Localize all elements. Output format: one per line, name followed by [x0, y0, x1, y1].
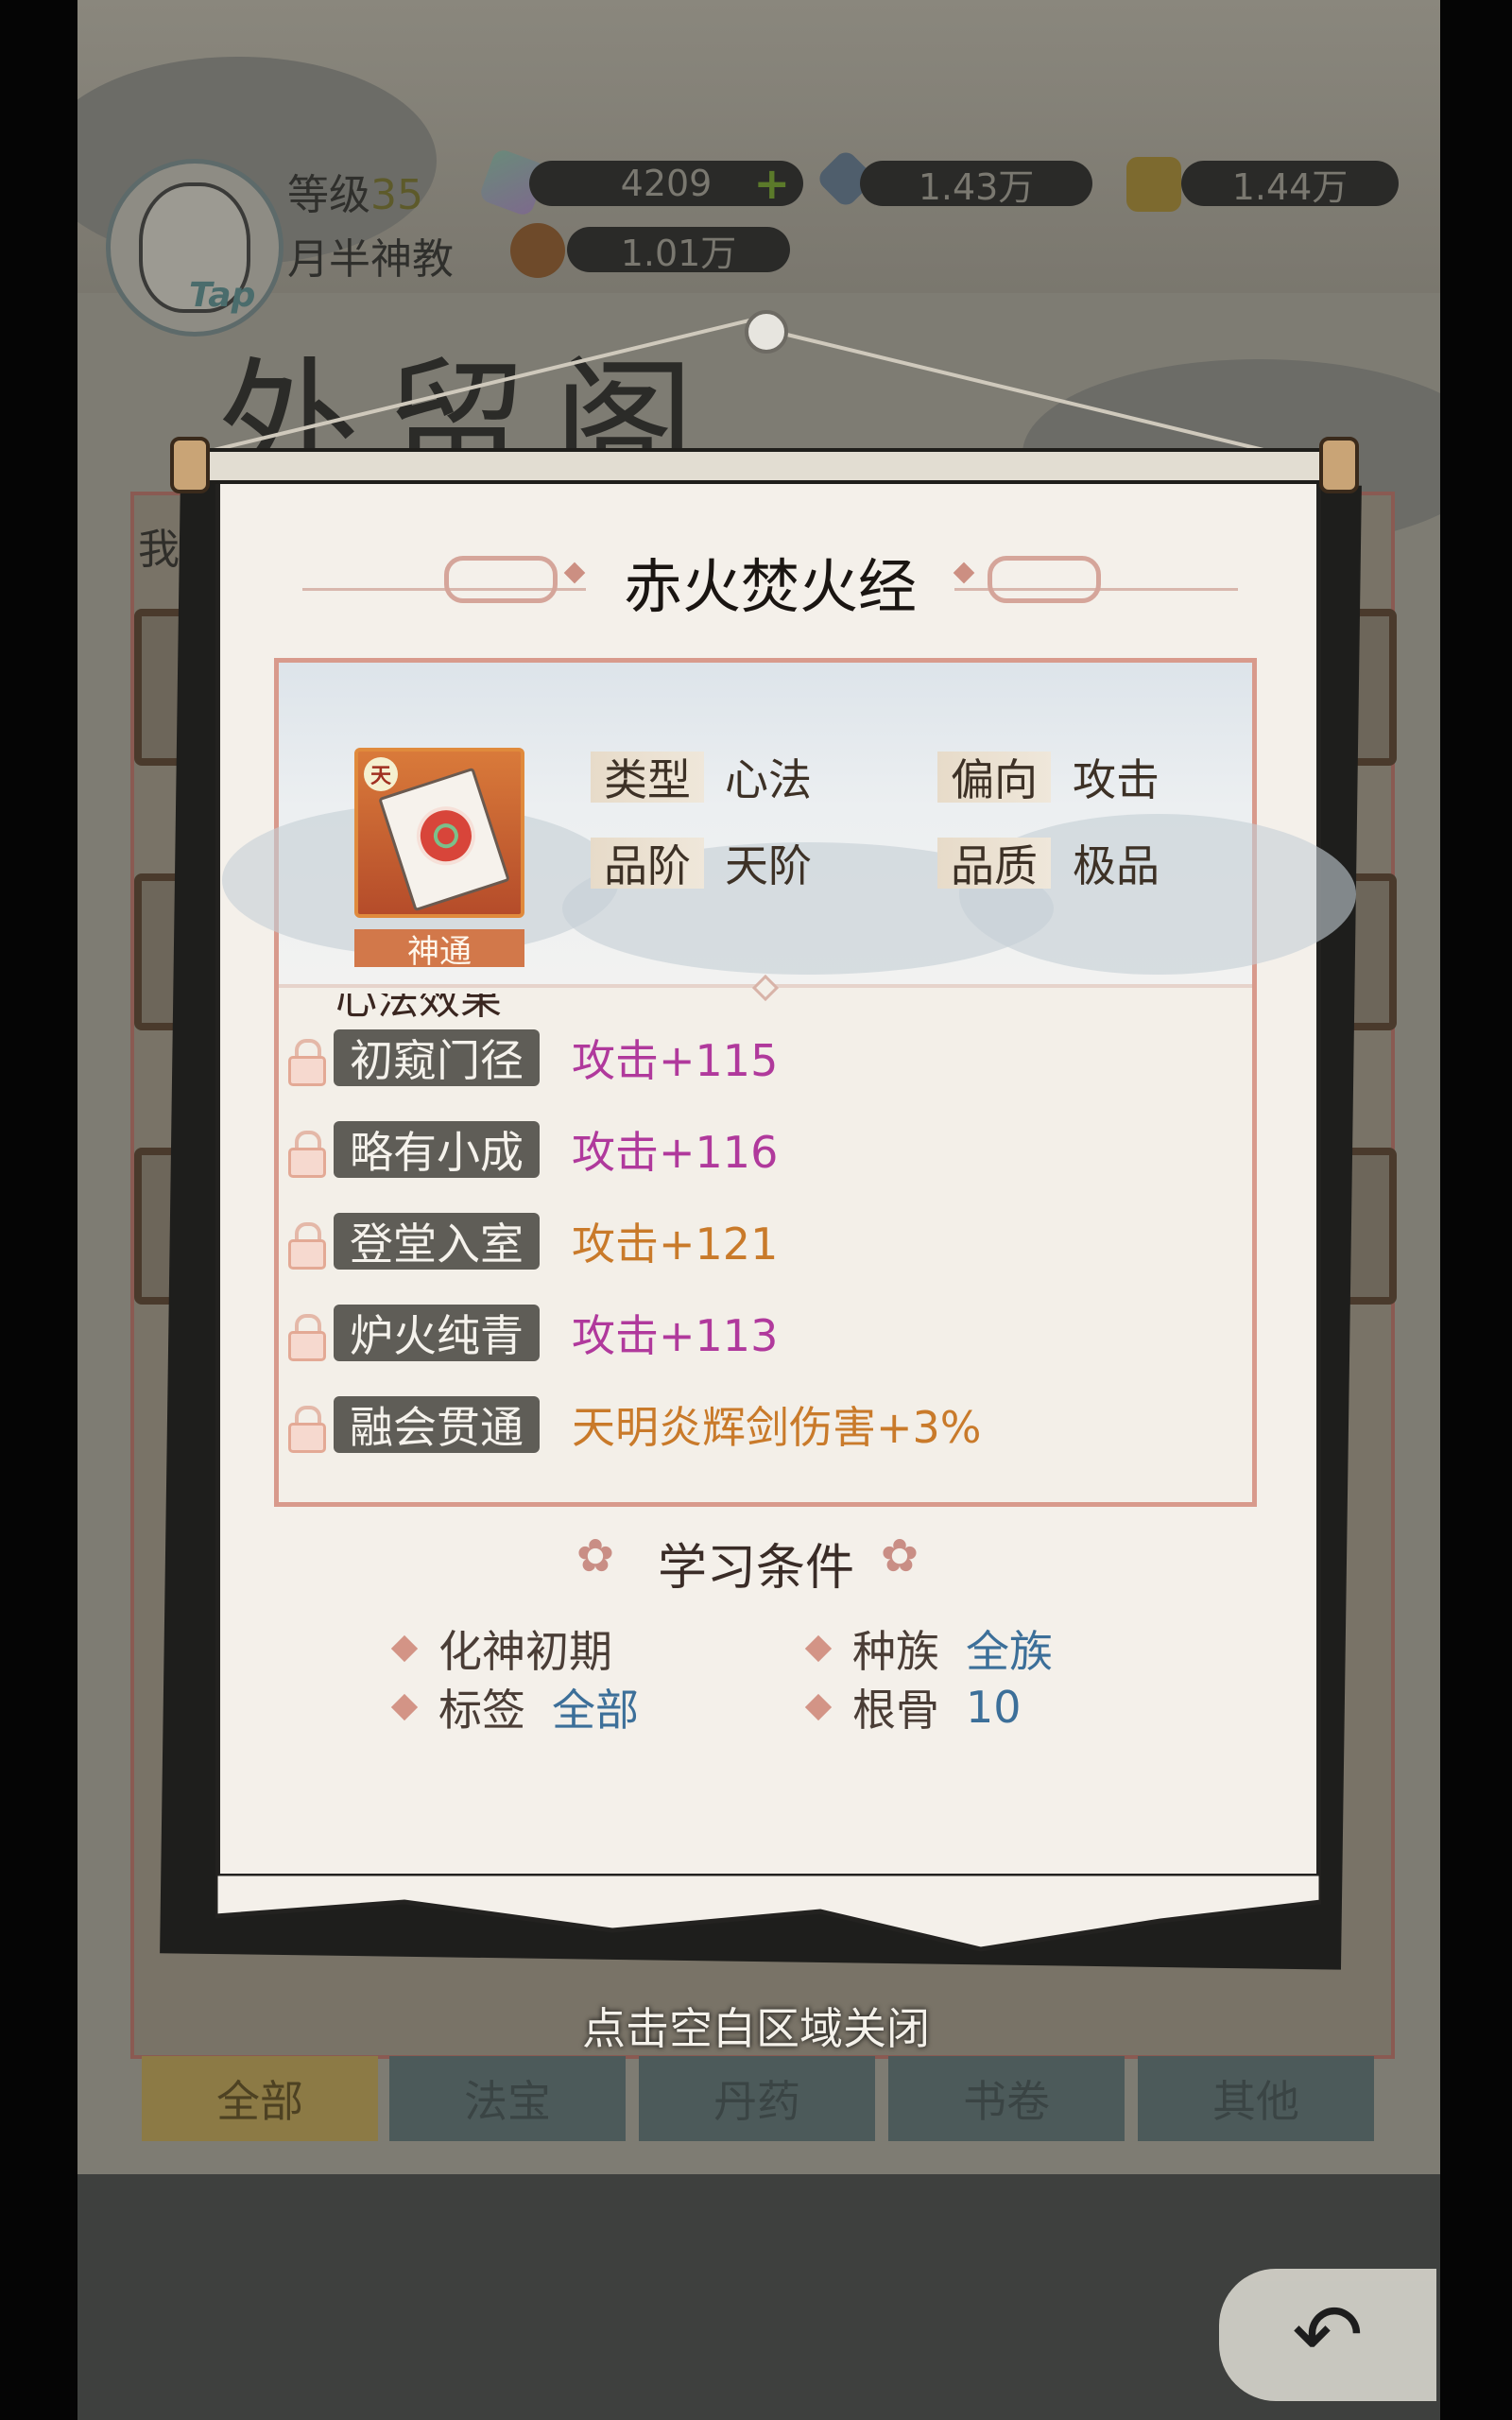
scroll-torn-edge: [215, 1874, 1321, 1952]
effect-row[interactable]: 登堂入室 攻击+121: [288, 1213, 1233, 1273]
effect-value: 攻击+116: [572, 1127, 779, 1178]
tab-pills[interactable]: 丹药: [639, 2056, 875, 2141]
flower-icon-right: ✿: [880, 1530, 919, 1582]
scroll-rod: [170, 448, 1359, 484]
scroll-book-icon: [378, 767, 510, 912]
condition-label: 根骨: [852, 1685, 939, 1736]
tier-badge: 天: [364, 757, 398, 791]
condition-tag: 标签 全部: [390, 1681, 639, 1736]
condition-race: 种族 全族: [804, 1622, 1053, 1677]
resource-gem[interactable]: 4209 +: [529, 161, 803, 206]
tab-scrolls[interactable]: 书卷: [888, 2056, 1125, 2141]
effect-stage-tag: 炉火纯青: [334, 1305, 540, 1361]
tab-treasure[interactable]: 法宝: [389, 2056, 626, 2141]
item-icon[interactable]: 天: [354, 748, 524, 918]
diamond-bullet-icon: [804, 1634, 833, 1663]
tab-other[interactable]: 其他: [1138, 2056, 1374, 2141]
resource-pouch[interactable]: 1.01万: [567, 227, 790, 274]
condition-realm: 化神初期: [390, 1622, 612, 1677]
diamond-bullet-icon: [390, 1693, 419, 1721]
item-type-label: 神通: [354, 929, 524, 971]
resource-gem-value: 4209: [620, 163, 713, 204]
level-label: 等级: [287, 171, 370, 219]
attr-quality-label: 品质: [937, 838, 1051, 891]
attr-type-label: 类型: [591, 752, 704, 805]
resource-pouch-value: 1.01万: [620, 232, 737, 274]
lock-icon: [288, 1406, 326, 1453]
modal-title: 赤火焚火经: [623, 552, 917, 621]
attr-grade-value: 天阶: [725, 840, 812, 891]
effect-value: 攻击+121: [572, 1219, 779, 1270]
effect-row[interactable]: 炉火纯青 攻击+113: [288, 1305, 1233, 1365]
level-value: 35: [370, 171, 423, 219]
lock-icon: [288, 1131, 326, 1178]
condition-label: 标签: [438, 1685, 525, 1736]
resource-gold[interactable]: 1.44万: [1181, 161, 1399, 208]
attr-bias-value: 攻击: [1073, 754, 1160, 805]
attr-quality-value: 极品: [1073, 840, 1160, 891]
lock-icon: [288, 1222, 326, 1270]
attr-grade-label: 品阶: [591, 838, 704, 891]
effect-value: 攻击+113: [572, 1310, 779, 1361]
effect-stage-tag: 初窥门径: [334, 1029, 540, 1086]
item-info-box: 天 神通 类型 心法 偏向 攻击 品阶 天阶 品质 极品 心法效果 初窥门径 攻…: [222, 658, 1356, 1507]
resource-crystal-value: 1.43万: [918, 165, 1035, 208]
screen[interactable]: Tap 等级35 月半神教 4209 + 1.43万 1.44万 1.01万 外…: [0, 0, 1512, 2420]
lock-icon: [288, 1314, 326, 1361]
condition-value: 10: [966, 1682, 1022, 1733]
effect-stage-tag: 登堂入室: [334, 1213, 540, 1270]
effect-row[interactable]: 初窥门径 攻击+115: [288, 1029, 1233, 1090]
resource-crystal[interactable]: 1.43万: [860, 161, 1092, 208]
player-sect: 月半神教: [287, 235, 454, 284]
side-char: 我: [138, 526, 180, 574]
attr-bias-label: 偏向: [937, 752, 1051, 805]
pouch-icon: [510, 223, 565, 278]
effect-value: 攻击+115: [572, 1035, 779, 1086]
add-gem-icon[interactable]: +: [753, 162, 790, 205]
tab-all[interactable]: 全部: [142, 2056, 378, 2141]
hanging-knob: [745, 310, 788, 354]
tap-logo: Tap: [189, 276, 256, 315]
attr-type-value: 心法: [725, 754, 812, 805]
condition-value: 全族: [966, 1626, 1053, 1677]
effect-stage-tag: 融会贯通: [334, 1396, 540, 1453]
rod-end-left: [170, 437, 210, 493]
back-button[interactable]: ↶: [1219, 2269, 1436, 2401]
resource-gold-value: 1.44万: [1231, 165, 1349, 208]
effect-value: 天明炎辉剑伤害+3%: [572, 1402, 982, 1453]
condition-value: 全部: [552, 1685, 639, 1736]
effect-row[interactable]: 略有小成 攻击+116: [288, 1121, 1233, 1182]
player-level: 等级35: [287, 161, 423, 221]
diamond-bullet-icon: [390, 1634, 419, 1663]
effect-stage-tag: 略有小成: [334, 1121, 540, 1178]
gold-icon: [1126, 157, 1181, 212]
rod-end-right: [1319, 437, 1359, 493]
diamond-bullet-icon: [804, 1693, 833, 1721]
close-hint: 点击空白区域关闭: [582, 2003, 930, 2054]
effect-row[interactable]: 融会贯通 天明炎辉剑伤害+3%: [288, 1396, 1233, 1457]
condition-bone: 根骨 10: [804, 1681, 1022, 1736]
condition-label: 种族: [852, 1626, 939, 1677]
effects-heading: 心法效果: [335, 994, 502, 1018]
lock-icon: [288, 1039, 326, 1086]
back-arrow-icon: ↶: [1292, 2285, 1364, 2385]
condition-label: 化神初期: [438, 1626, 612, 1677]
modal-header: 赤火焚火经: [284, 539, 1257, 621]
